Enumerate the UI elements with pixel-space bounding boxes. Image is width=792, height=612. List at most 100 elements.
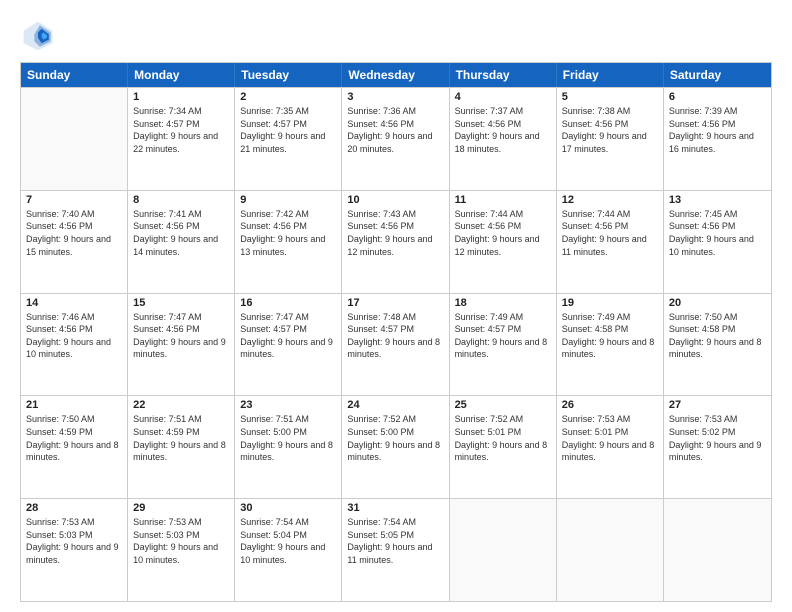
day-number: 29 xyxy=(133,502,229,514)
cal-header-sunday: Sunday xyxy=(21,63,128,87)
header xyxy=(20,18,772,54)
cal-cell-w3-d2: 15Sunrise: 7:47 AMSunset: 4:56 PMDayligh… xyxy=(128,294,235,396)
day-info: Sunrise: 7:39 AMSunset: 4:56 PMDaylight:… xyxy=(669,105,766,155)
day-info: Sunrise: 7:46 AMSunset: 4:56 PMDaylight:… xyxy=(26,311,122,361)
day-info: Sunrise: 7:47 AMSunset: 4:56 PMDaylight:… xyxy=(133,311,229,361)
day-number: 24 xyxy=(347,399,443,411)
cal-cell-w3-d6: 19 Sunrise: 7:49 AMSunset: 4:58 PMDayligh… xyxy=(557,294,664,396)
cal-cell-w5-d1: 28 Sunrise: 7:53 AMSunset: 5:03 PMDayligh… xyxy=(21,499,128,601)
page: SundayMondayTuesdayWednesdayThursdayFrid… xyxy=(0,0,792,612)
day-number: 2 xyxy=(240,91,336,103)
day-number: 19 xyxy=(562,297,658,309)
day-number: 22 xyxy=(133,399,229,411)
day-number: 18 xyxy=(455,297,551,309)
cal-cell-w3-d4: 17 Sunrise: 7:48 AMSunset: 4:57 PMDayligh… xyxy=(342,294,449,396)
day-info: Sunrise: 7:42 AMSunset: 4:56 PMDaylight:… xyxy=(240,208,336,258)
day-number: 9 xyxy=(240,194,336,206)
day-number: 16 xyxy=(240,297,336,309)
day-number: 5 xyxy=(562,91,658,103)
day-info: Sunrise: 7:43 AMSunset: 4:56 PMDaylight:… xyxy=(347,208,443,258)
day-number: 23 xyxy=(240,399,336,411)
cal-cell-w5-d7 xyxy=(664,499,771,601)
cal-cell-w4-d7: 27 Sunrise: 7:53 AMSunset: 5:02 PMDayligh… xyxy=(664,396,771,498)
cal-cell-w5-d6 xyxy=(557,499,664,601)
cal-week-4: 21 Sunrise: 7:50 AMSunset: 4:59 PMDayligh… xyxy=(21,395,771,498)
cal-cell-w1-d5: 4 Sunrise: 7:37 AMSunset: 4:56 PMDaylight… xyxy=(450,88,557,190)
calendar-header: SundayMondayTuesdayWednesdayThursdayFrid… xyxy=(21,63,771,87)
cal-cell-w2-d3: 9 Sunrise: 7:42 AMSunset: 4:56 PMDaylight… xyxy=(235,191,342,293)
cal-cell-w3-d1: 14 Sunrise: 7:46 AMSunset: 4:56 PMDayligh… xyxy=(21,294,128,396)
calendar: SundayMondayTuesdayWednesdayThursdayFrid… xyxy=(20,62,772,602)
day-number: 3 xyxy=(347,91,443,103)
cal-week-5: 28 Sunrise: 7:53 AMSunset: 5:03 PMDayligh… xyxy=(21,498,771,601)
day-info: Sunrise: 7:37 AMSunset: 4:56 PMDaylight:… xyxy=(455,105,551,155)
cal-cell-w1-d2: 1 Sunrise: 7:34 AMSunset: 4:57 PMDaylight… xyxy=(128,88,235,190)
cal-header-tuesday: Tuesday xyxy=(235,63,342,87)
day-info: Sunrise: 7:35 AMSunset: 4:57 PMDaylight:… xyxy=(240,105,336,155)
day-number: 21 xyxy=(26,399,122,411)
cal-cell-w4-d4: 24 Sunrise: 7:52 AMSunset: 5:00 PMDayligh… xyxy=(342,396,449,498)
day-number: 30 xyxy=(240,502,336,514)
cal-week-2: 7 Sunrise: 7:40 AMSunset: 4:56 PMDaylight… xyxy=(21,190,771,293)
day-info: Sunrise: 7:51 AMSunset: 5:00 PMDaylight:… xyxy=(240,413,336,463)
day-info: Sunrise: 7:54 AMSunset: 5:04 PMDaylight:… xyxy=(240,516,336,566)
day-info: Sunrise: 7:38 AMSunset: 4:56 PMDaylight:… xyxy=(562,105,658,155)
cal-cell-w2-d5: 11 Sunrise: 7:44 AMSunset: 4:56 PMDayligh… xyxy=(450,191,557,293)
logo xyxy=(20,18,60,54)
cal-header-thursday: Thursday xyxy=(450,63,557,87)
day-info: Sunrise: 7:53 AMSunset: 5:03 PMDaylight:… xyxy=(26,516,122,566)
day-info: Sunrise: 7:50 AMSunset: 4:59 PMDaylight:… xyxy=(26,413,122,463)
day-number: 27 xyxy=(669,399,766,411)
cal-cell-w2-d4: 10 Sunrise: 7:43 AMSunset: 4:56 PMDayligh… xyxy=(342,191,449,293)
day-number: 11 xyxy=(455,194,551,206)
day-info: Sunrise: 7:36 AMSunset: 4:56 PMDaylight:… xyxy=(347,105,443,155)
cal-cell-w4-d3: 23 Sunrise: 7:51 AMSunset: 5:00 PMDayligh… xyxy=(235,396,342,498)
day-info: Sunrise: 7:44 AMSunset: 4:56 PMDaylight:… xyxy=(562,208,658,258)
cal-week-1: 1 Sunrise: 7:34 AMSunset: 4:57 PMDaylight… xyxy=(21,87,771,190)
calendar-body: 1 Sunrise: 7:34 AMSunset: 4:57 PMDaylight… xyxy=(21,87,771,601)
day-info: Sunrise: 7:49 AMSunset: 4:58 PMDaylight:… xyxy=(562,311,658,361)
day-number: 31 xyxy=(347,502,443,514)
day-info: Sunrise: 7:40 AMSunset: 4:56 PMDaylight:… xyxy=(26,208,122,258)
day-number: 28 xyxy=(26,502,122,514)
cal-cell-w1-d7: 6 Sunrise: 7:39 AMSunset: 4:56 PMDaylight… xyxy=(664,88,771,190)
day-info: Sunrise: 7:53 AMSunset: 5:01 PMDaylight:… xyxy=(562,413,658,463)
cal-cell-w4-d5: 25Sunrise: 7:52 AMSunset: 5:01 PMDayligh… xyxy=(450,396,557,498)
day-info: Sunrise: 7:45 AMSunset: 4:56 PMDaylight:… xyxy=(669,208,766,258)
cal-cell-w5-d3: 30 Sunrise: 7:54 AMSunset: 5:04 PMDayligh… xyxy=(235,499,342,601)
cal-cell-w2-d2: 8Sunrise: 7:41 AMSunset: 4:56 PMDaylight… xyxy=(128,191,235,293)
cal-cell-w4-d1: 21 Sunrise: 7:50 AMSunset: 4:59 PMDayligh… xyxy=(21,396,128,498)
day-number: 4 xyxy=(455,91,551,103)
day-info: Sunrise: 7:54 AMSunset: 5:05 PMDaylight:… xyxy=(347,516,443,566)
cal-cell-w4-d6: 26Sunrise: 7:53 AMSunset: 5:01 PMDayligh… xyxy=(557,396,664,498)
cal-cell-w2-d6: 12 Sunrise: 7:44 AMSunset: 4:56 PMDayligh… xyxy=(557,191,664,293)
day-number: 6 xyxy=(669,91,766,103)
cal-header-monday: Monday xyxy=(128,63,235,87)
day-number: 13 xyxy=(669,194,766,206)
cal-cell-w3-d7: 20Sunrise: 7:50 AMSunset: 4:58 PMDayligh… xyxy=(664,294,771,396)
day-number: 10 xyxy=(347,194,443,206)
day-number: 17 xyxy=(347,297,443,309)
cal-cell-w1-d1 xyxy=(21,88,128,190)
cal-cell-w1-d4: 3 Sunrise: 7:36 AMSunset: 4:56 PMDaylight… xyxy=(342,88,449,190)
day-number: 1 xyxy=(133,91,229,103)
cal-cell-w2-d7: 13 Sunrise: 7:45 AMSunset: 4:56 PMDayligh… xyxy=(664,191,771,293)
day-info: Sunrise: 7:34 AMSunset: 4:57 PMDaylight:… xyxy=(133,105,229,155)
day-number: 7 xyxy=(26,194,122,206)
day-info: Sunrise: 7:48 AMSunset: 4:57 PMDaylight:… xyxy=(347,311,443,361)
cal-cell-w5-d5 xyxy=(450,499,557,601)
day-info: Sunrise: 7:41 AMSunset: 4:56 PMDaylight:… xyxy=(133,208,229,258)
cal-cell-w1-d6: 5 Sunrise: 7:38 AMSunset: 4:56 PMDaylight… xyxy=(557,88,664,190)
day-number: 14 xyxy=(26,297,122,309)
cal-cell-w5-d4: 31 Sunrise: 7:54 AMSunset: 5:05 PMDayligh… xyxy=(342,499,449,601)
day-number: 25 xyxy=(455,399,551,411)
day-info: Sunrise: 7:50 AMSunset: 4:58 PMDaylight:… xyxy=(669,311,766,361)
day-info: Sunrise: 7:52 AMSunset: 5:00 PMDaylight:… xyxy=(347,413,443,463)
day-number: 12 xyxy=(562,194,658,206)
cal-cell-w3-d5: 18Sunrise: 7:49 AMSunset: 4:57 PMDayligh… xyxy=(450,294,557,396)
day-info: Sunrise: 7:51 AMSunset: 4:59 PMDaylight:… xyxy=(133,413,229,463)
cal-header-saturday: Saturday xyxy=(664,63,771,87)
day-info: Sunrise: 7:44 AMSunset: 4:56 PMDaylight:… xyxy=(455,208,551,258)
cal-header-wednesday: Wednesday xyxy=(342,63,449,87)
day-info: Sunrise: 7:53 AMSunset: 5:02 PMDaylight:… xyxy=(669,413,766,463)
